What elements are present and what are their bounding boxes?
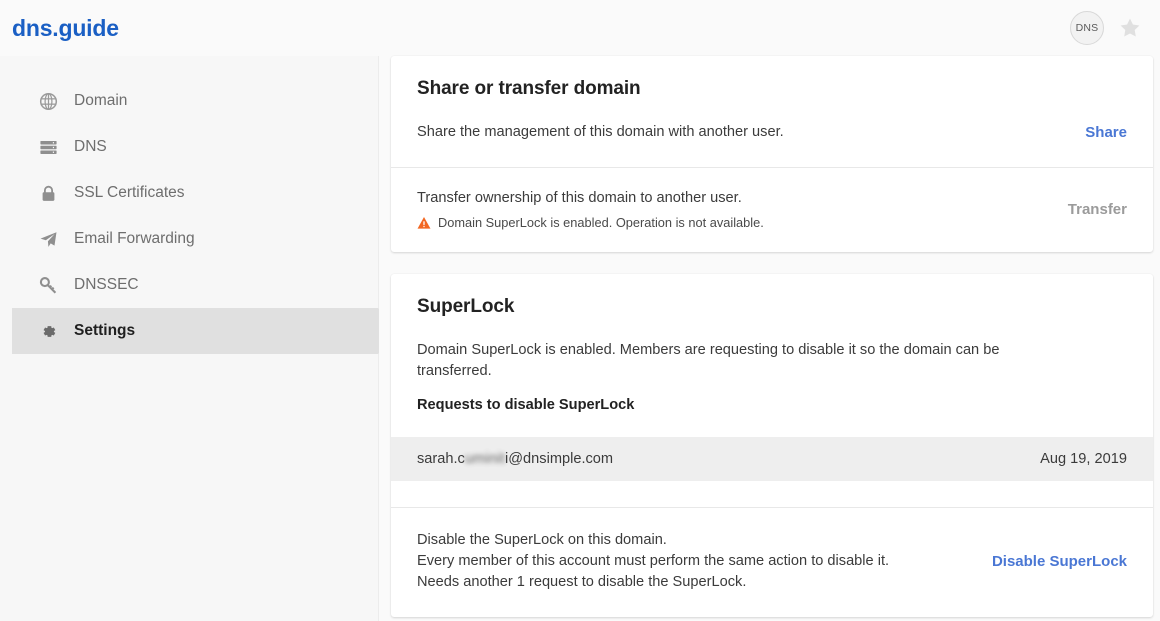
app-header: dns.guide DNS xyxy=(0,0,1160,56)
main-content: Share or transfer domain Share the manag… xyxy=(379,56,1160,621)
disable-line-3: Needs another 1 request to disable the S… xyxy=(417,573,747,590)
superlock-info-section: SuperLock Domain SuperLock is enabled. M… xyxy=(391,274,1153,436)
sidebar-item-dnssec[interactable]: DNSSEC xyxy=(12,262,378,308)
disable-description: Disable the SuperLock on this domain. Ev… xyxy=(417,530,889,593)
table-row[interactable]: sarah.cuminiti@dnsimple.com Aug 19, 2019 xyxy=(391,436,1153,481)
paper-plane-icon xyxy=(38,229,58,249)
disable-line-1: Disable the SuperLock on this domain. xyxy=(417,531,667,548)
sidebar-item-email-forwarding[interactable]: Email Forwarding xyxy=(12,216,378,262)
share-description: Share the management of this domain with… xyxy=(417,124,784,140)
key-icon xyxy=(38,275,58,295)
superlock-card-title: SuperLock xyxy=(417,296,515,318)
disable-superlock-section: Disable the SuperLock on this domain. Ev… xyxy=(391,508,1153,617)
sidebar-item-label: Email Forwarding xyxy=(74,230,195,247)
transfer-warning-text: Domain SuperLock is enabled. Operation i… xyxy=(438,215,764,231)
sidebar-item-settings[interactable]: Settings xyxy=(12,308,401,354)
lock-icon xyxy=(38,183,58,203)
sidebar-item-label: SSL Certificates xyxy=(74,184,185,201)
request-date: Aug 19, 2019 xyxy=(1040,450,1127,467)
transfer-warning: Domain SuperLock is enabled. Operation i… xyxy=(417,215,764,230)
requests-heading: Requests to disable SuperLock xyxy=(417,396,635,413)
sidebar-item-domain[interactable]: Domain xyxy=(12,78,378,124)
disable-row: Disable the SuperLock on this domain. Ev… xyxy=(417,530,1127,593)
disable-superlock-button[interactable]: Disable SuperLock xyxy=(992,553,1127,570)
server-icon xyxy=(38,137,58,157)
transfer-section: Transfer ownership of this domain to ano… xyxy=(391,168,1153,252)
superlock-description: Domain SuperLock is enabled. Members are… xyxy=(417,342,1000,380)
page-title[interactable]: dns.guide xyxy=(12,16,119,40)
transfer-button: Transfer xyxy=(1067,200,1127,218)
sidebar: Domain DNS SSL Certificates Email Forwar… xyxy=(0,56,401,621)
request-email-redacted: uminit xyxy=(464,450,505,467)
transfer-description: Transfer ownership of this domain to ano… xyxy=(417,190,742,207)
share-section: Share or transfer domain Share the manag… xyxy=(391,56,1153,167)
share-card-title: Share or transfer domain xyxy=(417,78,641,99)
transfer-row: Transfer ownership of this domain to ano… xyxy=(417,188,1127,230)
request-email-prefix: sarah.c xyxy=(417,450,465,467)
share-transfer-card: Share or transfer domain Share the manag… xyxy=(391,56,1153,253)
sidebar-item-ssl-certificates[interactable]: SSL Certificates xyxy=(12,170,378,216)
avatar[interactable]: DNS xyxy=(1070,11,1104,45)
superlock-card: SuperLock Domain SuperLock is enabled. M… xyxy=(391,274,1153,618)
star-icon[interactable] xyxy=(1118,16,1142,40)
request-email: sarah.cuminiti@dnsimple.com xyxy=(417,451,613,467)
disable-line-2: Every member of this account must perfor… xyxy=(417,552,890,569)
request-email-suffix: i@dnsimple.com xyxy=(505,450,614,467)
sidebar-item-dns[interactable]: DNS xyxy=(12,124,378,170)
header-actions: DNS xyxy=(1070,11,1142,45)
transfer-text-block: Transfer ownership of this domain to ano… xyxy=(417,188,764,230)
requests-empty-row xyxy=(391,480,1153,507)
app-root: dns.guide DNS Domain DNS SSL Certificate… xyxy=(0,0,1160,621)
gear-icon xyxy=(38,321,58,341)
share-row: Share the management of this domain with… xyxy=(417,122,1127,143)
sidebar-item-label: Settings xyxy=(74,322,136,339)
sidebar-item-label: DNSSEC xyxy=(74,276,139,293)
sidebar-item-label: DNS xyxy=(74,138,107,155)
globe-icon xyxy=(38,91,58,111)
warning-triangle-icon xyxy=(417,216,431,230)
sidebar-item-label: Domain xyxy=(74,92,128,109)
avatar-label: DNS xyxy=(1075,22,1099,34)
share-button[interactable]: Share xyxy=(1085,124,1127,141)
